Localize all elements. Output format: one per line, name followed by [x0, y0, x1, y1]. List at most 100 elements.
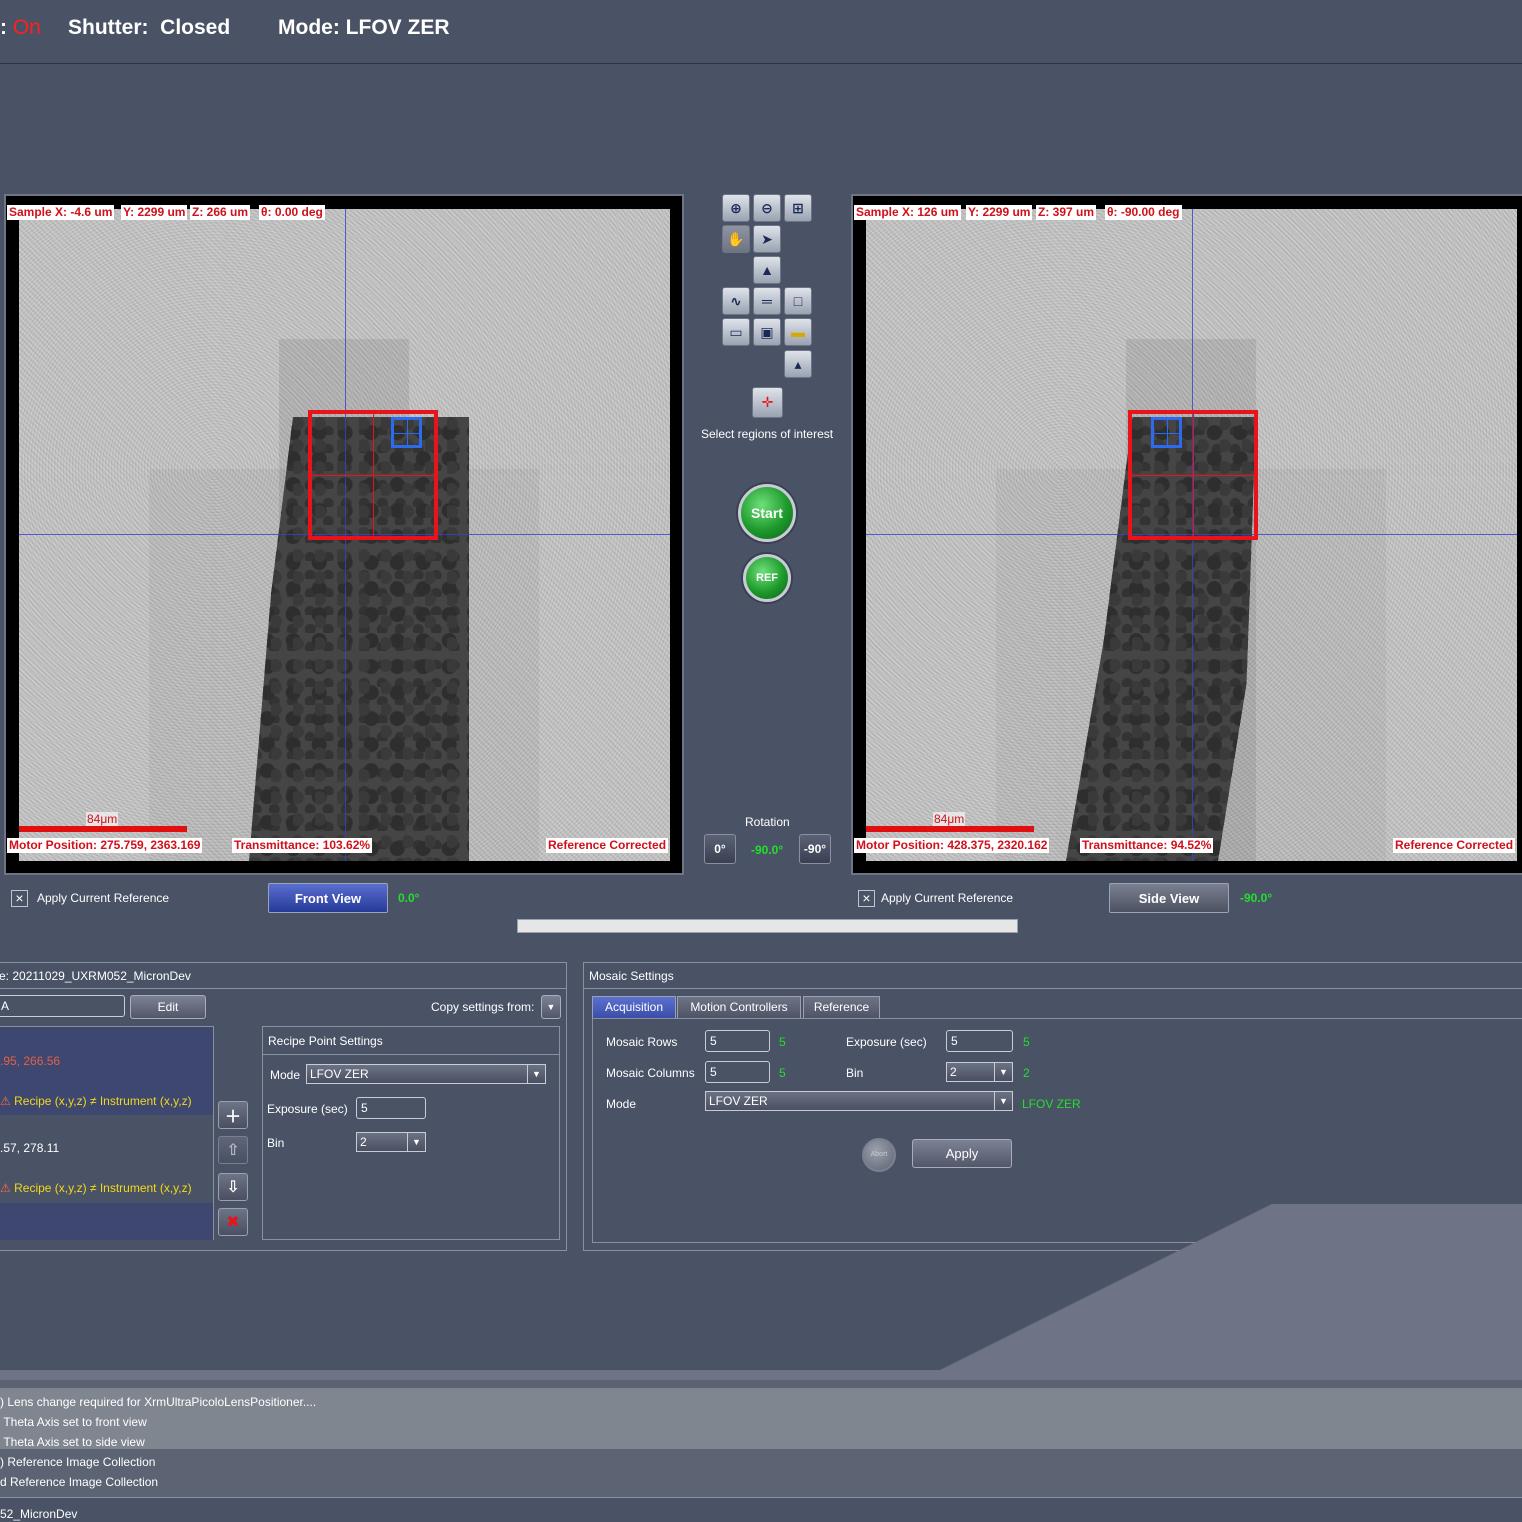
recipe-mode-select[interactable]: LFOV ZER ▼ [306, 1064, 546, 1084]
list-item-coords[interactable]: .95, 266.56 [0, 1054, 214, 1068]
line-profile-icon[interactable]: ∿ [722, 287, 750, 315]
frame-icon[interactable]: □ [784, 287, 812, 315]
log-entry-text: Reference Image Collection [10, 1475, 159, 1489]
mosaic-exposure-input[interactable]: 5 [946, 1030, 1013, 1052]
zoom-fit-icon[interactable]: ⊞ [784, 194, 812, 222]
list-item-warning: ⚠ Recipe (x,y,z) ≠ Instrument (x,y,z) [0, 1094, 214, 1108]
save-icon[interactable]: ▭ [722, 318, 750, 346]
mode-value: LFOV ZER [345, 16, 450, 39]
recipe-panel-title: e: 20211029_UXRM052_MicronDev [0, 963, 566, 989]
zoom-in-icon[interactable]: ⊕ [722, 194, 750, 222]
pan-hand-icon[interactable]: ✋ [722, 225, 750, 253]
rotate-zero-button[interactable]: 0° [704, 834, 736, 864]
shutter-value: Closed [160, 16, 231, 39]
mosaic-exposure-current: 5 [1023, 1035, 1030, 1049]
front-view-image[interactable] [19, 209, 670, 861]
apply-reference-checkbox-front[interactable]: × [11, 890, 28, 907]
export-image-icon[interactable]: ▣ [753, 318, 781, 346]
source-status-value: On [12, 16, 41, 39]
list-item-partial [0, 1203, 213, 1240]
recipe-mode-label: Mode [270, 1068, 301, 1082]
front-view-angle: 0.0° [398, 891, 420, 905]
mosaic-columns-input[interactable]: 5 [705, 1061, 770, 1083]
sample-y-label: Y: 2299 um [121, 205, 188, 220]
chevron-down-icon: ▼ [527, 1065, 545, 1083]
log-entry-text: Lens change required for XrmUltraPicoloL… [7, 1395, 317, 1409]
side-view-angle: -90.0° [1240, 891, 1273, 905]
log-entry-text: Theta Axis set to side view [3, 1435, 145, 1449]
shutter-status: Shutter: Closed [68, 16, 230, 40]
front-view-viewport[interactable]: Sample X: -4.6 um Y: 2299 um Z: 266 um θ… [4, 194, 684, 875]
rotate-minus90-button[interactable]: -90° [799, 834, 831, 864]
motor-position-label: Motor Position: 428.375, 2320.162 [854, 838, 1050, 853]
list-item-warning: ⚠ Recipe (x,y,z) ≠ Instrument (x,y,z) [0, 1181, 214, 1195]
shutter-label: Shutter: [68, 16, 149, 39]
warning-icon: ⚠ [0, 1094, 11, 1108]
move-down-button[interactable]: ⇩ [218, 1173, 248, 1201]
crosshair-icon[interactable]: ✛ [752, 387, 783, 418]
roi-blue-box[interactable] [1151, 417, 1182, 448]
sample-z-label: Z: 397 um [1036, 205, 1097, 220]
theta-label: θ: -90.00 deg [1105, 205, 1182, 220]
roi-instruction: Select regions of interest [701, 427, 834, 441]
mosaic-columns-label: Mosaic Columns [606, 1066, 695, 1080]
mosaic-mode-select[interactable]: LFOV ZER ▼ [705, 1091, 1013, 1111]
log-entry-text: Theta Axis set to front view [3, 1415, 147, 1429]
motor-position-label: Motor Position: 275.759, 2363.169 [7, 838, 203, 853]
rotation-value: -90.0° [751, 843, 784, 857]
delete-point-button[interactable]: ✖ [218, 1208, 248, 1236]
transmittance-label: Transmittance: 94.52% [1080, 838, 1214, 853]
histogram-icon[interactable]: ▲ [753, 256, 781, 284]
recipe-point-settings-title: Recipe Point Settings [263, 1027, 559, 1055]
chevron-down-icon: ▼ [994, 1092, 1012, 1110]
status-bar: : On Shutter: Closed Mode: LFOV ZER [0, 0, 1522, 64]
apply-button[interactable]: Apply [912, 1139, 1012, 1168]
log-entry: ) Reference Image Collection [0, 1455, 156, 1469]
mosaic-bin-select[interactable]: 2 ▼ [946, 1062, 1013, 1082]
recipe-bin-select[interactable]: 2 ▼ [356, 1132, 426, 1152]
log-splitter[interactable] [0, 1380, 1522, 1388]
rotation-label: Rotation [745, 815, 790, 829]
warning-text: Recipe (x,y,z) ≠ Instrument (x,y,z) [14, 1181, 192, 1195]
move-up-button[interactable]: ⇧ [218, 1136, 248, 1164]
reference-corrected-label: Reference Corrected [546, 838, 669, 853]
roi-blue-box[interactable] [391, 417, 422, 448]
pointer-icon[interactable]: ➤ [753, 225, 781, 253]
front-view-button[interactable]: Front View [268, 883, 388, 913]
transmittance-label: Transmittance: 103.62% [232, 838, 373, 853]
open-folder-icon[interactable]: ▬ [784, 318, 812, 346]
ref-button[interactable]: REF [743, 554, 791, 602]
abort-button[interactable]: Abort [862, 1138, 896, 1172]
warning-text: Recipe (x,y,z) ≠ Instrument (x,y,z) [14, 1094, 192, 1108]
chevron-down-icon: ▼ [407, 1133, 425, 1151]
mosaic-bin-value: 2 [950, 1065, 957, 1079]
apply-reference-checkbox-side[interactable]: × [858, 890, 875, 907]
recipe-bin-label: Bin [267, 1136, 285, 1150]
warning-icon: ⚠ [0, 1181, 11, 1195]
tab-acquisition[interactable]: Acquisition [592, 996, 676, 1018]
zoom-out-icon[interactable]: ⊖ [753, 194, 781, 222]
roi-red-box[interactable] [1128, 410, 1258, 540]
start-button[interactable]: Start [738, 484, 796, 542]
side-view-viewport[interactable]: Sample X: 126 um Y: 2299 um Z: 397 um θ:… [851, 194, 1522, 875]
log-entry: d Reference Image Collection [0, 1475, 159, 1489]
copy-settings-dropdown[interactable]: ▼ [541, 995, 561, 1019]
mosaic-mode-current: LFOV ZER [1022, 1097, 1081, 1111]
recipe-name-input[interactable]: A [0, 995, 125, 1017]
tab-motion-controllers[interactable]: Motion Controllers [677, 996, 801, 1018]
side-view-image[interactable] [866, 209, 1517, 861]
mosaic-exposure-label: Exposure (sec) [846, 1035, 927, 1049]
apply-reference-label-front: Apply Current Reference [37, 891, 170, 905]
list-item-coords[interactable]: .57, 278.11 [0, 1141, 214, 1155]
add-point-button[interactable]: ＋ [218, 1101, 248, 1129]
stage-icon[interactable]: ▴ [784, 350, 812, 378]
side-view-button[interactable]: Side View [1109, 883, 1229, 913]
edit-button[interactable]: Edit [130, 995, 206, 1019]
recipe-exposure-label: Exposure (sec) [267, 1102, 348, 1116]
status-prefix: : On [0, 16, 41, 40]
mosaic-rows-input[interactable]: 5 [705, 1030, 770, 1052]
recipe-exposure-input[interactable]: 5 [356, 1097, 426, 1119]
ruler-icon[interactable]: ═ [753, 287, 781, 315]
tab-reference[interactable]: Reference [803, 996, 880, 1018]
footer-divider [0, 1497, 1522, 1498]
